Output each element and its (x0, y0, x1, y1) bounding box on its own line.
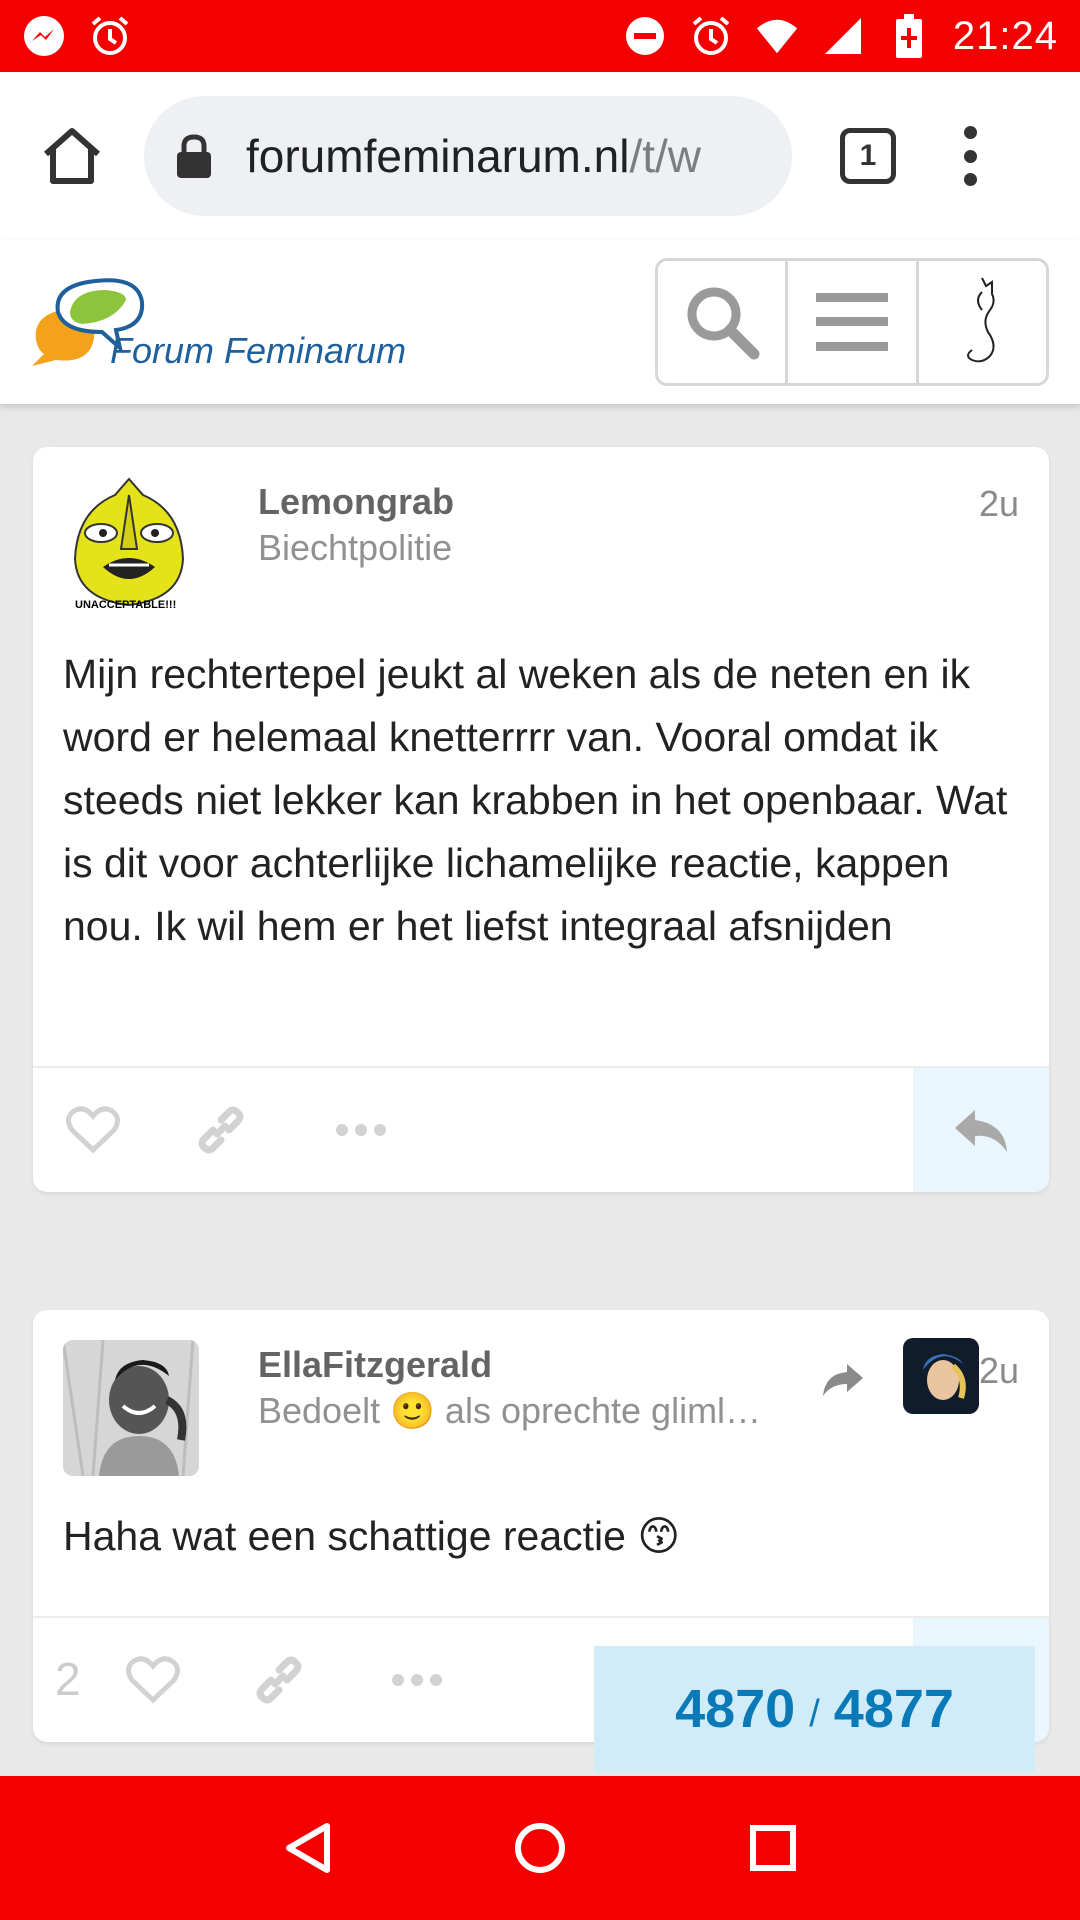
link-icon (198, 1106, 244, 1154)
do-not-disturb-icon (623, 14, 667, 58)
back-button[interactable] (267, 1808, 347, 1888)
address-bar[interactable]: forumfeminarum.nl/t/w (144, 96, 792, 216)
reply-to-avatar (903, 1338, 979, 1414)
post-username[interactable]: EllaFitzgerald (258, 1344, 492, 1386)
post-age[interactable]: 2u (979, 1350, 1019, 1392)
like-button[interactable] (125, 1652, 181, 1708)
post-body: Haha wat een schattige reactie 😙 (63, 1513, 681, 1559)
post-actions (33, 1066, 1049, 1192)
cat-avatar-icon (967, 277, 995, 363)
user-profile-button[interactable] (919, 261, 1046, 383)
messenger-icon (22, 14, 66, 58)
heart-icon (126, 1656, 180, 1704)
home-icon (44, 128, 100, 184)
url-path: /t/w (629, 130, 702, 182)
avatar[interactable]: UNACCEPTABLE!!! (69, 475, 189, 615)
signal-icon (821, 14, 865, 58)
forward-arrow-icon (823, 1364, 863, 1396)
heart-icon (66, 1106, 120, 1154)
topic-progress[interactable]: 4870 / 4877 (594, 1646, 1035, 1772)
post-age[interactable]: 2u (979, 483, 1019, 525)
menu-dot (963, 126, 977, 139)
hamburger-icon (815, 293, 888, 351)
reply-button[interactable] (913, 1068, 1049, 1192)
back-icon (285, 1823, 330, 1873)
header-buttons (655, 258, 1049, 386)
alarm-icon (88, 14, 132, 58)
hamburger-menu-button[interactable] (788, 261, 919, 383)
site-header: Forum Feminarum (0, 240, 1080, 404)
site-logo[interactable]: Forum Feminarum (30, 268, 430, 378)
tab-switcher-button[interactable]: 1 (840, 128, 896, 184)
wifi-icon (755, 14, 799, 58)
post-card: UNACCEPTABLE!!! Lemongrab Biechtpolitie … (33, 447, 1049, 1192)
ella-avatar (63, 1340, 199, 1476)
alarm-icon (689, 14, 733, 58)
search-button[interactable] (658, 261, 789, 383)
clock: 21:24 (952, 13, 1058, 58)
share-link-button[interactable] (251, 1652, 307, 1708)
progress-total: 4877 (833, 1679, 954, 1739)
recents-icon (750, 1825, 797, 1871)
share-link-button[interactable] (193, 1102, 249, 1158)
link-icon (256, 1656, 302, 1704)
home-button[interactable] (30, 114, 114, 198)
like-count[interactable]: 2 (55, 1652, 81, 1706)
browser-toolbar: forumfeminarum.nl/t/w 1 (0, 72, 1080, 240)
post-user-title: Bedoelt 🙂 als oprechte gliml… (258, 1390, 762, 1431)
post-username[interactable]: Lemongrab (258, 481, 454, 523)
status-bar: 21:24 (0, 0, 1080, 72)
post-body: Mijn rechtertepel jeukt al weken als de … (63, 651, 1008, 949)
more-actions-button[interactable] (389, 1652, 445, 1708)
url-domain: forumfeminarum.nl (246, 130, 630, 182)
ellipsis-icon (392, 1674, 442, 1686)
progress-separator: / (809, 1692, 820, 1735)
lock-icon (177, 134, 211, 178)
url-text: forumfeminarum.nl/t/w (246, 129, 701, 183)
avatar-caption: UNACCEPTABLE!!! (75, 599, 177, 611)
search-icon (687, 287, 760, 360)
home-nav-button[interactable] (500, 1808, 580, 1888)
home-circle-icon (514, 1823, 565, 1873)
like-button[interactable] (65, 1102, 121, 1158)
battery-charging-icon (887, 14, 931, 58)
reply-icon (955, 1110, 1007, 1152)
more-actions-button[interactable] (333, 1102, 389, 1158)
browser-menu-button[interactable] (960, 126, 980, 186)
tab-count: 1 (859, 139, 877, 172)
ellipsis-icon (336, 1124, 386, 1136)
avatar[interactable] (63, 1340, 199, 1476)
menu-dot (963, 149, 977, 163)
recents-button[interactable] (733, 1808, 813, 1888)
logo-text: Forum Feminarum (110, 330, 407, 371)
lemongrab-avatar (73, 477, 185, 607)
navigation-bar (0, 1776, 1080, 1920)
menu-dot (963, 173, 977, 186)
post-user-title: Biechtpolitie (258, 527, 453, 568)
progress-current: 4870 (675, 1679, 796, 1739)
reply-to-indicator[interactable] (821, 1338, 981, 1414)
